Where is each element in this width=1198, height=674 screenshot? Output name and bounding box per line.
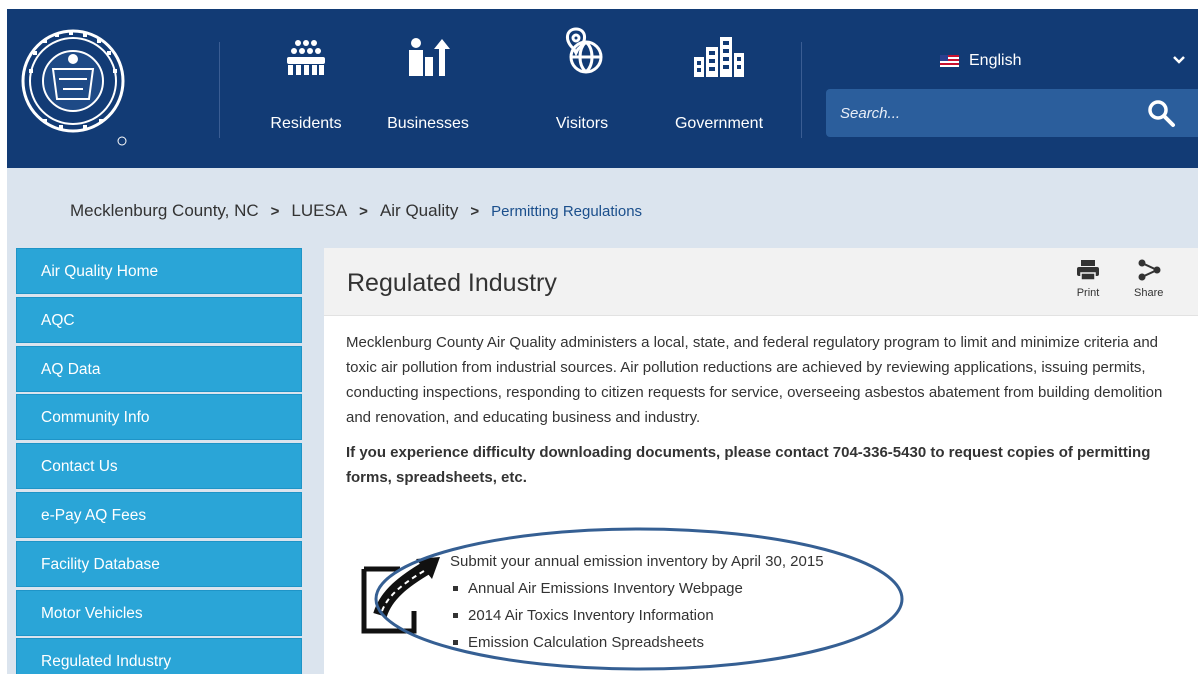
share-icon bbox=[1138, 259, 1161, 281]
highlight-ellipse bbox=[374, 527, 904, 671]
nav-government-label: Government bbox=[674, 115, 764, 132]
panel-header: Regulated Industry Print Share bbox=[324, 248, 1198, 316]
sidebar-item-aq-data[interactable]: AQ Data bbox=[16, 345, 302, 392]
nav-businesses-label: Businesses bbox=[387, 115, 469, 132]
intro-paragraph: Mecklenburg County Air Quality administe… bbox=[346, 334, 1163, 426]
search-icon[interactable] bbox=[1146, 98, 1176, 128]
globe-pin-icon bbox=[566, 27, 603, 74]
sidebar-item-air-quality-home[interactable]: Air Quality Home bbox=[16, 248, 302, 294]
breadcrumb: Mecklenburg County, NC > LUESA > Air Qua… bbox=[70, 200, 642, 222]
sidebar-item-contact-us[interactable]: Contact Us bbox=[16, 443, 302, 490]
contact-notice: If you experience difficulty downloading… bbox=[346, 444, 1151, 486]
us-flag-icon bbox=[940, 55, 959, 67]
people-group-icon bbox=[287, 40, 325, 75]
header-divider bbox=[219, 42, 220, 138]
sidebar-item-aqc[interactable]: AQC bbox=[16, 296, 302, 343]
top-strip bbox=[0, 0, 1198, 9]
breadcrumb-separator-icon: > bbox=[270, 202, 280, 220]
search-box bbox=[826, 89, 1198, 137]
sidebar-item-epay-aq-fees[interactable]: e-Pay AQ Fees bbox=[16, 491, 302, 538]
sidebar-item-facility-database[interactable]: Facility Database bbox=[16, 540, 302, 587]
nav-visitors-label: Visitors bbox=[555, 115, 609, 132]
print-label: Print bbox=[1076, 287, 1100, 299]
breadcrumb-separator-icon: > bbox=[359, 202, 368, 220]
county-seal-logo[interactable] bbox=[19, 19, 127, 149]
nav-businesses[interactable]: Businesses bbox=[373, 23, 483, 143]
chevron-down-icon[interactable] bbox=[1172, 52, 1186, 68]
buildings-icon bbox=[694, 37, 744, 77]
breadcrumb-separator-icon: > bbox=[470, 202, 480, 220]
print-button[interactable]: Print bbox=[1076, 259, 1100, 299]
nav-residents[interactable]: Residents bbox=[251, 23, 361, 143]
nav-residents-label: Residents bbox=[270, 115, 342, 132]
page-body: Mecklenburg County Air Quality administe… bbox=[346, 330, 1176, 490]
share-label: Share bbox=[1134, 287, 1164, 299]
search-input[interactable] bbox=[826, 89, 1146, 137]
sidebar-nav: Air Quality Home AQC AQ Data Community I… bbox=[16, 248, 302, 674]
printer-icon bbox=[1077, 260, 1099, 281]
language-selector[interactable]: English bbox=[940, 52, 1021, 70]
breadcrumb-link[interactable]: LUESA bbox=[291, 201, 347, 221]
nav-government[interactable]: Government bbox=[664, 23, 774, 143]
breadcrumb-link[interactable]: Air Quality bbox=[380, 201, 458, 221]
breadcrumb-current: Permitting Regulations bbox=[491, 202, 643, 220]
sidebar-item-motor-vehicles[interactable]: Motor Vehicles bbox=[16, 589, 302, 636]
language-label: English bbox=[969, 52, 1022, 69]
breadcrumb-link[interactable]: Mecklenburg County, NC bbox=[70, 201, 259, 221]
sidebar-item-community-info[interactable]: Community Info bbox=[16, 394, 302, 441]
person-growth-icon bbox=[409, 38, 450, 76]
share-button[interactable]: Share bbox=[1134, 259, 1163, 299]
header-divider bbox=[801, 42, 802, 138]
nav-visitors[interactable]: Visitors bbox=[527, 23, 637, 143]
page-title: Regulated Industry bbox=[347, 269, 557, 297]
sidebar-item-regulated-industry[interactable]: Regulated Industry bbox=[16, 638, 302, 674]
